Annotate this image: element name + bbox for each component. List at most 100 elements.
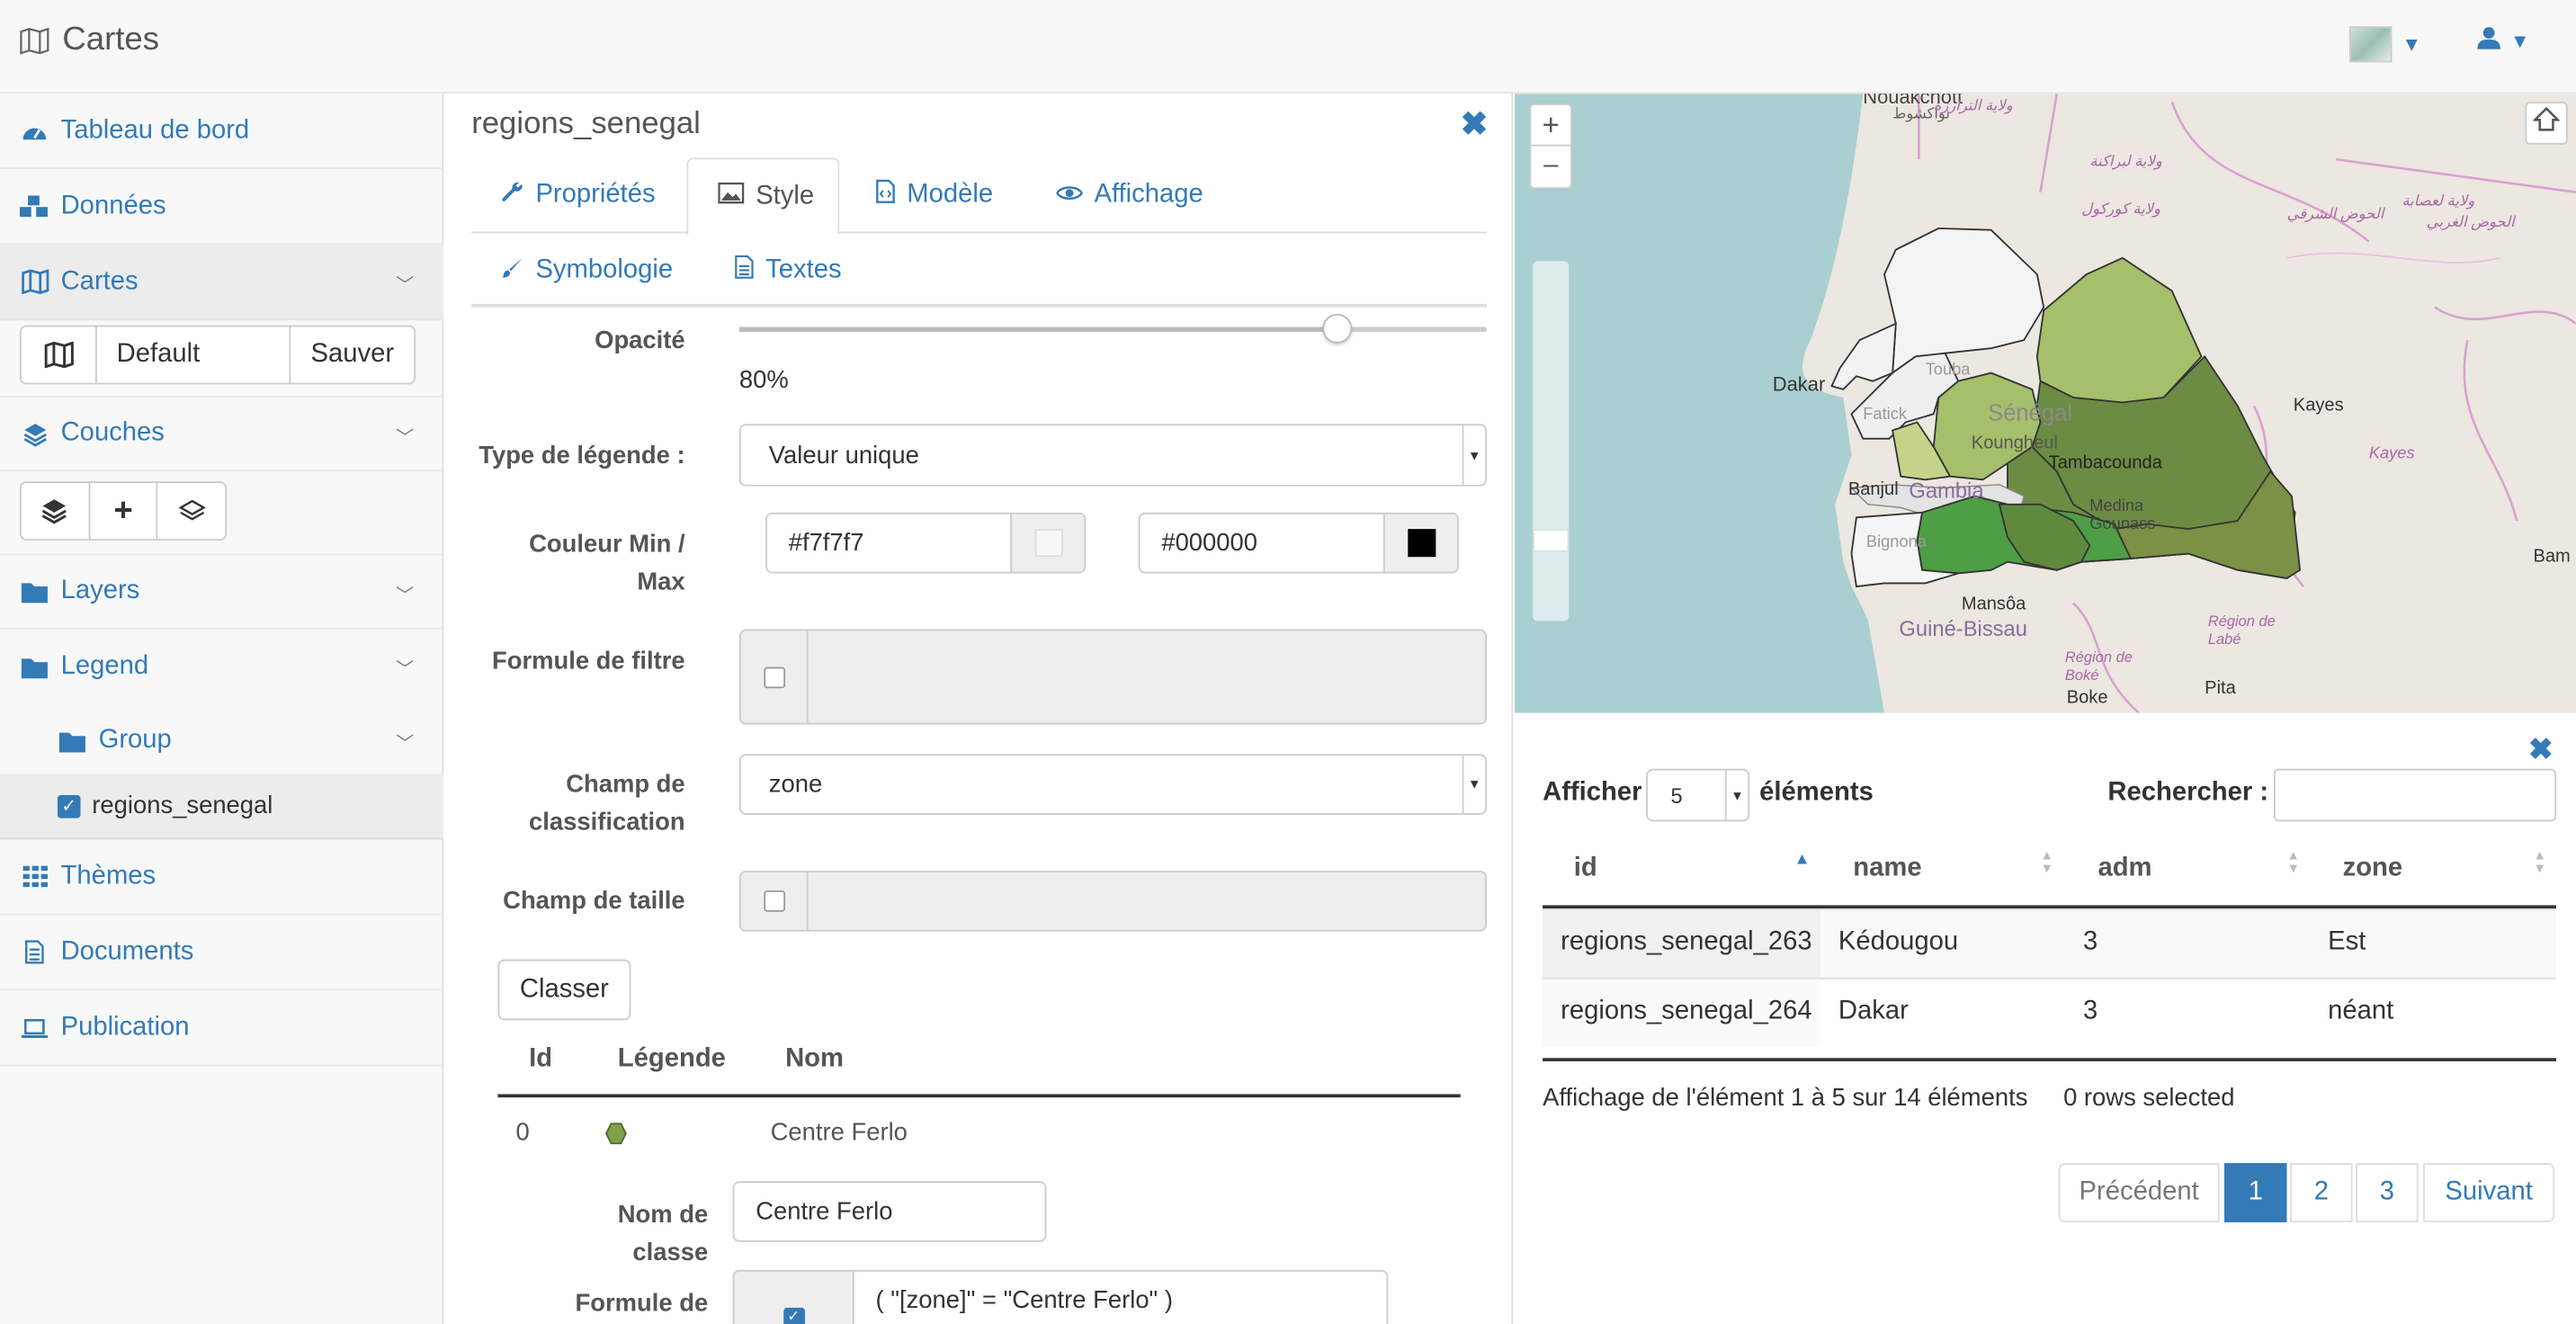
basemap-dropdown[interactable]: ▼ [2348,26,2422,63]
column-header-id[interactable]: id [1574,854,1597,884]
checkbox-checked-icon[interactable]: ✓ [57,794,81,818]
nav-themes[interactable]: Thèmes [0,839,444,916]
column-header-zone[interactable]: zone [2343,854,2403,884]
nav-legend[interactable]: Legend ﹀ [0,630,443,705]
tab-proprietes[interactable]: Propriétés [471,157,684,233]
legend-type-select[interactable]: Valeur unique ▼ [738,424,1487,487]
map-label-mansoa: Mansôa [1961,595,2026,615]
cell-zone: néant [2328,997,2394,1025]
cell-id: regions_senegal_263 [1561,927,1812,957]
nav-layers[interactable]: Layers ﹀ [0,553,444,630]
tab-modele[interactable]: Modèle [846,157,1023,233]
opacity-slider-handle[interactable] [1322,313,1353,344]
column-header-name[interactable]: name [1853,854,1921,884]
file-code-icon [876,179,896,212]
nav-documents[interactable]: Documents [0,915,444,991]
zoom-slider-handle[interactable] [1533,529,1570,552]
save-button[interactable]: Sauver [291,327,414,382]
close-icon[interactable]: ✖ [1461,103,1489,145]
brand[interactable]: Cartes [20,22,159,59]
pagination-next[interactable]: Suivant [2423,1163,2555,1222]
page-size-select[interactable]: 5 ▼ [1646,768,1750,822]
add-layer-button[interactable]: + [90,482,158,540]
size-field-input[interactable] [806,871,1487,932]
nav-label: Publication [60,1013,190,1042]
nav-publication[interactable]: Publication [0,990,444,1067]
zoom-slider-track[interactable] [1533,261,1570,622]
nav-couches[interactable]: Couches ﹀ [0,396,444,472]
zoom-out-button[interactable]: – [1531,147,1570,188]
layers-button[interactable] [22,482,90,540]
class-formula-input[interactable]: ( "[zone]" = "Centre Ferlo" ) [852,1269,1389,1324]
map-label-ar1: ولاية الترارزة [1933,96,2013,114]
home-button[interactable] [2525,102,2568,145]
sort-both-icon[interactable]: ▲ ▼ [2041,848,2053,875]
map-view[interactable]: + – Nouakchott نواكشوط ولاية الترارزة ول… [1515,94,2576,713]
subtab-textes[interactable]: Textes [705,235,872,307]
filter-label: Formule de filtre [491,647,685,675]
nav-tableau-de-bord[interactable]: Tableau de bord [0,94,444,170]
zoom-in-button[interactable]: + [1531,105,1571,147]
color-min-input[interactable]: #f7f7f7 [765,512,1013,574]
caret-down-icon: ▼ [2402,32,2422,57]
color-max-swatch-fill [1407,529,1436,558]
sort-asc-icon[interactable]: ▲ [1794,851,1811,869]
app-title: Cartes [62,21,159,58]
subtab-symbologie[interactable]: Symbologie [471,235,702,307]
table-row[interactable]: regions_senegal_264 Dakar 3 néant [1543,977,2557,1047]
color-max-swatch[interactable] [1382,512,1459,574]
nav-cartes[interactable]: Cartes ﹀ [0,245,444,321]
sort-both-icon[interactable]: ▲ ▼ [2533,848,2545,875]
class-name-input[interactable]: Centre Ferlo [732,1181,1047,1242]
tab-label: Style [756,181,815,210]
tab-affichage[interactable]: Affichage [1027,157,1233,233]
panel-title: regions_senegal [471,106,701,142]
classes-header-divider [497,1094,1461,1098]
map-label-bignona: Bignona [1865,533,1927,552]
map-label-banjul: Banjul [1847,479,1899,500]
tab-label: Propriétés [535,180,656,209]
layer-item-regions-senegal[interactable]: ✓ regions_senegal [0,774,444,840]
zoom-control: + – [1529,103,1572,190]
pagination-page-1[interactable]: 1 [2224,1163,2287,1222]
map-label-boke-region: Région de Boké [2064,649,2133,684]
filter-checkbox[interactable] [763,666,785,688]
map-icon-button[interactable] [22,327,97,383]
column-header-adm[interactable]: adm [2097,854,2151,884]
color-max-input[interactable]: #000000 [1138,512,1385,574]
table-row[interactable]: regions_senegal_263 Kédougou 3 Est [1543,908,2557,978]
map-label-dakar: Dakar [1772,372,1826,397]
filter-formula-textarea[interactable] [806,629,1487,725]
class-name-label: Nom de classe [544,1196,708,1272]
chevron-down-icon: ﹀ [396,586,415,606]
cell-adm: 3 [2083,997,2098,1025]
pagination-previous[interactable]: Précédent [2058,1163,2220,1222]
color-min-swatch[interactable] [1010,512,1087,574]
page-size-value: 5 [1670,783,1683,808]
tab-style[interactable]: Style [686,157,840,236]
nav-donnees[interactable]: Données [0,169,444,246]
user-menu[interactable]: ▼ [2477,26,2530,54]
map-name-input[interactable]: Default [97,327,291,383]
tab-label: Affichage [1094,180,1203,209]
size-field-checkbox[interactable] [763,890,785,912]
pagination-page-3[interactable]: 3 [2356,1163,2419,1222]
map-label-kayes-region: Kayes [2368,444,2415,464]
label-line: Couleur Min / [529,530,685,559]
map-icon [20,25,49,55]
tab-label: Symbologie [535,255,674,284]
layer-group-button[interactable] [158,483,225,539]
checkbox-checked-icon[interactable]: ✓ [783,1306,805,1324]
cell-name: Dakar [1838,997,1909,1025]
pagination-page-2[interactable]: 2 [2290,1163,2353,1222]
classification-field-select[interactable]: zone ▼ [738,754,1487,815]
map-label-medina: Medina Gounass [2089,497,2156,534]
search-input[interactable] [2273,768,2557,822]
opacity-slider[interactable] [738,313,1487,344]
close-icon[interactable]: ✖ [2528,733,2554,767]
sort-both-icon[interactable]: ▲ ▼ [2286,848,2299,875]
show-entries-label: Afficher [1543,778,1642,807]
classify-button[interactable]: Classer [497,959,631,1021]
nav-group[interactable]: Group ﹀ [0,703,443,779]
class-legend-swatch-icon[interactable] [604,1122,628,1153]
